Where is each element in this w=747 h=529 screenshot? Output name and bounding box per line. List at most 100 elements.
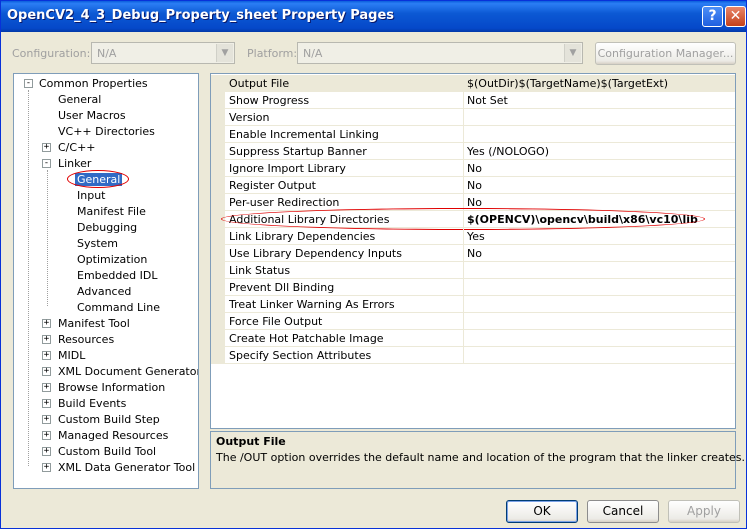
row-gutter bbox=[211, 194, 225, 211]
tree-item-command-line[interactable]: Command Line bbox=[77, 300, 160, 316]
expand-icon[interactable]: + bbox=[42, 383, 51, 392]
row-gutter bbox=[211, 279, 225, 296]
property-row[interactable]: Prevent Dll Binding bbox=[211, 279, 735, 296]
column-separator bbox=[463, 313, 464, 330]
expand-icon[interactable]: + bbox=[42, 367, 51, 376]
property-row[interactable]: Suppress Startup Banner Yes (/NOLOGO) bbox=[211, 143, 735, 160]
property-value: No bbox=[467, 247, 482, 260]
help-button[interactable]: ? bbox=[702, 6, 723, 27]
row-gutter bbox=[211, 313, 225, 330]
property-grid[interactable]: Output File $(OutDir)$(TargetName)$(Targ… bbox=[210, 73, 736, 429]
column-separator bbox=[463, 126, 464, 143]
tree-item-embedded-idl[interactable]: Embedded IDL bbox=[77, 268, 157, 284]
property-name: Treat Linker Warning As Errors bbox=[229, 298, 395, 311]
tree-item-manifest-tool[interactable]: + Manifest Tool bbox=[14, 316, 194, 332]
tree-item-user-macros[interactable]: User Macros bbox=[58, 108, 126, 124]
column-separator bbox=[463, 228, 464, 245]
tree-item-manifest-file[interactable]: Manifest File bbox=[77, 204, 146, 220]
tree-item-debugging[interactable]: Debugging bbox=[77, 220, 137, 236]
expand-icon[interactable]: + bbox=[42, 463, 51, 472]
property-row[interactable]: Specify Section Attributes bbox=[211, 347, 735, 364]
property-name: Link Status bbox=[229, 264, 291, 277]
tree-item-general[interactable]: General bbox=[58, 92, 101, 108]
row-gutter bbox=[211, 245, 225, 262]
property-name: Enable Incremental Linking bbox=[229, 128, 379, 141]
tree-item-build-events[interactable]: + Build Events bbox=[14, 396, 194, 412]
tree-item-vc-directories[interactable]: VC++ Directories bbox=[58, 124, 155, 140]
tree-label: Common Properties bbox=[39, 77, 148, 90]
row-gutter bbox=[211, 143, 225, 160]
property-row[interactable]: Treat Linker Warning As Errors bbox=[211, 296, 735, 313]
row-gutter bbox=[211, 262, 225, 279]
tree-item-browse-information[interactable]: + Browse Information bbox=[14, 380, 194, 396]
tree-item-input[interactable]: Input bbox=[77, 188, 105, 204]
cancel-button[interactable]: Cancel bbox=[587, 500, 659, 523]
tree-item-system[interactable]: System bbox=[77, 236, 118, 252]
configuration-combo[interactable]: N/A ▼ bbox=[91, 42, 235, 64]
property-name: Ignore Import Library bbox=[229, 162, 346, 175]
property-pages-dialog: OpenCV2_4_3_Debug_Property_sheet Propert… bbox=[0, 0, 747, 529]
tree-item-custom-build-tool[interactable]: + Custom Build Tool bbox=[14, 444, 194, 460]
configuration-manager-button[interactable]: Configuration Manager... bbox=[595, 42, 736, 65]
platform-value: N/A bbox=[303, 47, 323, 60]
property-row[interactable]: Version bbox=[211, 109, 735, 126]
tree-item-xml-document-generator[interactable]: + XML Document Generator bbox=[14, 364, 198, 380]
property-row[interactable]: Ignore Import Library No bbox=[211, 160, 735, 177]
category-tree[interactable]: - Common Properties General User Macros … bbox=[13, 73, 199, 489]
column-separator bbox=[463, 296, 464, 313]
expand-icon[interactable]: + bbox=[42, 351, 51, 360]
tree-item-custom-build-step[interactable]: + Custom Build Step bbox=[14, 412, 194, 428]
expand-icon[interactable]: + bbox=[42, 447, 51, 456]
property-value: Yes (/NOLOGO) bbox=[467, 145, 550, 158]
property-value: No bbox=[467, 179, 482, 192]
property-name: Output File bbox=[229, 77, 290, 90]
platform-combo[interactable]: N/A ▼ bbox=[297, 42, 583, 64]
expand-icon[interactable]: + bbox=[42, 143, 51, 152]
property-row[interactable]: Output File $(OutDir)$(TargetName)$(Targ… bbox=[211, 75, 735, 92]
property-value: Not Set bbox=[467, 94, 508, 107]
title-bar[interactable]: OpenCV2_4_3_Debug_Property_sheet Propert… bbox=[1, 1, 746, 32]
property-row[interactable]: Use Library Dependency Inputs No bbox=[211, 245, 735, 262]
tree-item-midl[interactable]: + MIDL bbox=[14, 348, 194, 364]
tree-item-cpp[interactable]: + C/C++ bbox=[14, 140, 194, 156]
tree-item-resources[interactable]: + Resources bbox=[14, 332, 194, 348]
description-text: The /OUT option overrides the default na… bbox=[216, 451, 746, 464]
property-value: No bbox=[467, 162, 482, 175]
column-separator bbox=[463, 245, 464, 262]
collapse-icon[interactable]: - bbox=[42, 159, 51, 168]
property-row[interactable]: Force File Output bbox=[211, 313, 735, 330]
expand-icon[interactable]: + bbox=[42, 335, 51, 344]
expand-icon[interactable]: + bbox=[42, 399, 51, 408]
tree-label: C/C++ bbox=[58, 141, 96, 154]
tree-item-optimization[interactable]: Optimization bbox=[77, 252, 147, 268]
description-title: Output File bbox=[216, 435, 286, 448]
expand-icon[interactable]: + bbox=[42, 415, 51, 424]
tree-item-xml-data-generator-tool[interactable]: + XML Data Generator Tool bbox=[14, 460, 195, 476]
close-button[interactable]: ✕ bbox=[725, 6, 746, 27]
property-row[interactable]: Register Output No bbox=[211, 177, 735, 194]
tree-connector bbox=[47, 170, 48, 306]
ok-button[interactable]: OK bbox=[506, 500, 578, 523]
row-gutter bbox=[211, 75, 225, 92]
property-row[interactable]: Enable Incremental Linking bbox=[211, 126, 735, 143]
tree-item-advanced[interactable]: Advanced bbox=[77, 284, 131, 300]
property-row[interactable]: Show Progress Not Set bbox=[211, 92, 735, 109]
property-name: Specify Section Attributes bbox=[229, 349, 372, 362]
property-name: Create Hot Patchable Image bbox=[229, 332, 384, 345]
expand-icon[interactable]: + bbox=[42, 431, 51, 440]
property-row[interactable]: Link Library Dependencies Yes bbox=[211, 228, 735, 245]
column-separator bbox=[463, 279, 464, 296]
tree-label: MIDL bbox=[58, 349, 86, 362]
property-row[interactable]: Create Hot Patchable Image bbox=[211, 330, 735, 347]
expand-icon[interactable]: + bbox=[42, 319, 51, 328]
help-icon: ? bbox=[708, 8, 717, 24]
row-gutter bbox=[211, 126, 225, 143]
tree-item-managed-resources[interactable]: + Managed Resources bbox=[14, 428, 194, 444]
property-name: Link Library Dependencies bbox=[229, 230, 376, 243]
collapse-icon[interactable]: - bbox=[24, 79, 33, 88]
column-separator bbox=[463, 92, 464, 109]
apply-button[interactable]: Apply bbox=[668, 500, 740, 523]
tree-label: Build Events bbox=[58, 397, 127, 410]
property-row[interactable]: Link Status bbox=[211, 262, 735, 279]
configuration-label: Configuration: bbox=[12, 47, 91, 60]
